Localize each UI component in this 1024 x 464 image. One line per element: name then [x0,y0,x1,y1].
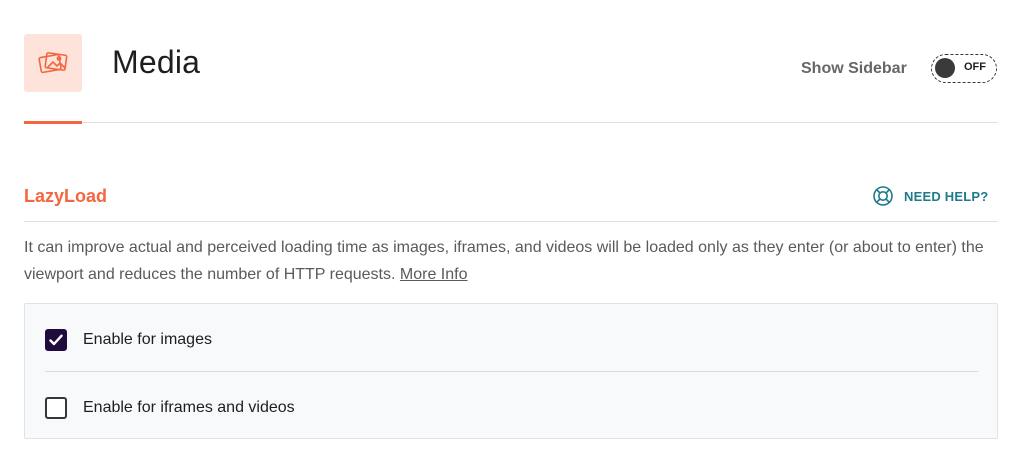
options-divider [45,371,978,372]
enable-iframes-videos-checkbox[interactable] [45,397,67,419]
need-help-label: NEED HELP? [904,188,989,204]
media-icon-box [24,34,82,92]
media-images-icon [38,52,68,74]
show-sidebar-toggle[interactable]: OFF [931,54,997,83]
header-divider [24,122,998,123]
lifebuoy-icon [873,186,893,206]
show-sidebar-label: Show Sidebar [801,60,907,77]
lazyload-options-panel: Enable for images Enable for iframes and… [24,303,998,439]
toggle-state-text: OFF [964,61,986,73]
enable-images-checkbox[interactable] [45,329,67,351]
section-description: It can improve actual and perceived load… [24,234,984,288]
toggle-knob [935,58,955,78]
option-enable-images[interactable]: Enable for images [45,328,212,352]
option-enable-iframes-videos[interactable]: Enable for iframes and videos [45,396,295,420]
media-settings-page: Media Show Sidebar OFF LazyLoad NEED HEL… [0,0,1024,464]
enable-iframes-videos-label: Enable for iframes and videos [83,399,295,416]
section-divider [24,221,998,222]
need-help-link[interactable]: NEED HELP? [872,185,988,207]
more-info-link[interactable]: More Info [400,266,468,283]
description-text: It can improve actual and perceived load… [24,239,984,283]
checkmark-icon [49,334,63,346]
section-title: LazyLoad [24,186,108,206]
page-title: Media [112,44,201,80]
enable-images-label: Enable for images [83,331,212,348]
header-divider-accent [24,121,82,124]
